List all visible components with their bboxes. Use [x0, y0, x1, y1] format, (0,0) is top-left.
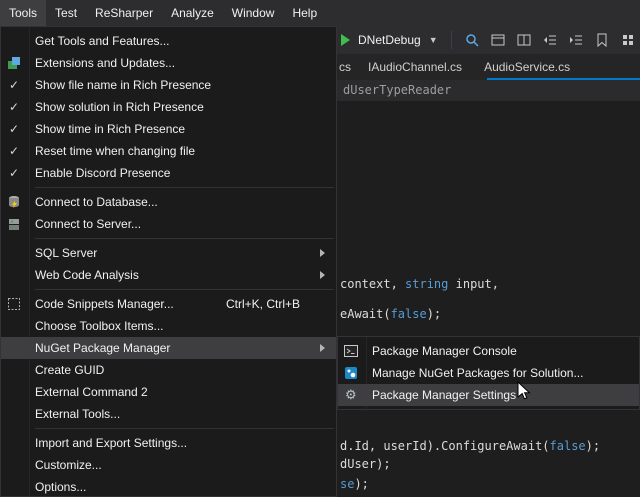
server-icon	[6, 216, 22, 239]
grid-icon[interactable]	[617, 29, 639, 51]
menu-item-nuget-package-manager[interactable]: NuGet Package Manager	[1, 337, 336, 359]
menu-item-create-guid[interactable]: Create GUID	[1, 359, 336, 381]
menu-item-label: Connect to Server...	[35, 217, 141, 231]
menu-item-label: Show solution in Rich Presence	[35, 100, 204, 114]
magnifier-icon[interactable]	[461, 29, 483, 51]
menu-item-connect-to-server[interactable]: Connect to Server...	[1, 213, 336, 235]
mouse-cursor	[517, 381, 531, 404]
menu-item-connect-to-database[interactable]: Connect to Database...	[1, 191, 336, 213]
menu-item-label: SQL Server	[35, 246, 97, 260]
menu-item-label: Create GUID	[35, 363, 104, 377]
menu-item-external-command-2[interactable]: External Command 2	[1, 381, 336, 403]
check-icon: ✓	[9, 118, 19, 140]
code-line: context, string input,	[340, 276, 499, 292]
outdent-icon[interactable]	[539, 29, 561, 51]
menu-item-label: Code Snippets Manager...	[35, 297, 174, 311]
menu-item-label: Extensions and Updates...	[35, 56, 175, 70]
menu-item-label: Options...	[35, 480, 86, 494]
check-icon: ✓	[9, 162, 19, 184]
menu-item-web-code-analysis[interactable]: Web Code Analysis	[1, 264, 336, 286]
tab-iaudiochannel[interactable]: IAudioChannel.cs	[357, 54, 473, 80]
menu-item-reset-time-changing-file[interactable]: ✓ Reset time when changing file	[1, 140, 336, 162]
menu-item-label: Import and Export Settings...	[35, 436, 187, 450]
menu-separator	[35, 238, 334, 239]
menu-item-label: Show time in Rich Presence	[35, 122, 185, 136]
split-pane-icon[interactable]	[513, 29, 535, 51]
menu-help[interactable]: Help	[283, 0, 326, 26]
visual-studio-window: Tools Test ReSharper Analyze Window Help…	[0, 0, 640, 497]
menu-item-get-tools-and-features[interactable]: Get Tools and Features...	[1, 30, 336, 52]
menu-item-label: Connect to Database...	[35, 195, 158, 209]
bookmark-icon[interactable]	[591, 29, 613, 51]
chevron-right-icon	[320, 344, 325, 352]
menu-item-label: Enable Discord Presence	[35, 166, 170, 180]
menu-item-label: Package Manager Settings	[372, 388, 516, 402]
menu-item-label: Get Tools and Features...	[35, 34, 170, 48]
debug-target-label[interactable]: DNetDebug	[358, 33, 421, 47]
menu-separator	[35, 428, 334, 429]
toolbar-separator	[451, 31, 452, 49]
check-icon: ✓	[9, 74, 19, 96]
menu-item-label: External Tools...	[35, 407, 120, 421]
menu-separator	[35, 289, 334, 290]
menu-window[interactable]: Window	[223, 0, 284, 26]
menu-item-manage-nuget-packages-solution[interactable]: Manage NuGet Packages for Solution...	[338, 362, 639, 384]
menu-item-label: Customize...	[35, 458, 102, 472]
tab-audioservice[interactable]: AudioService.cs	[473, 54, 581, 80]
menubar: Tools Test ReSharper Analyze Window Help	[0, 0, 640, 26]
menu-item-package-manager-settings[interactable]: ⚙ Package Manager Settings	[338, 384, 639, 406]
menu-test[interactable]: Test	[46, 0, 86, 26]
menu-item-package-manager-console[interactable]: Package Manager Console	[338, 340, 639, 362]
chevron-right-icon	[320, 271, 325, 279]
pane-icon[interactable]	[487, 29, 509, 51]
indent-icon[interactable]	[565, 29, 587, 51]
menu-item-label: Choose Toolbox Items...	[35, 319, 164, 333]
navigation-type-label: dUserTypeReader	[343, 83, 451, 97]
code-line: dUser);	[340, 456, 391, 472]
menu-item-show-file-name-rich-presence[interactable]: ✓ Show file name in Rich Presence	[1, 74, 336, 96]
menu-item-label: Reset time when changing file	[35, 144, 195, 158]
menu-item-code-snippets-manager[interactable]: Code Snippets Manager... Ctrl+K, Ctrl+B	[1, 293, 336, 315]
menu-item-sql-server[interactable]: SQL Server	[1, 242, 336, 264]
menu-analyze[interactable]: Analyze	[162, 0, 223, 26]
menu-item-label: Package Manager Console	[372, 344, 517, 358]
menu-item-label: Web Code Analysis	[35, 268, 139, 282]
menu-item-options[interactable]: Options...	[1, 476, 336, 497]
chevron-down-icon[interactable]: ▼	[425, 35, 442, 45]
check-icon: ✓	[9, 140, 19, 162]
chevron-right-icon	[320, 249, 325, 257]
menu-item-choose-toolbox-items[interactable]: Choose Toolbox Items...	[1, 315, 336, 337]
menu-tools[interactable]: Tools	[0, 0, 46, 26]
tools-dropdown-menu: Get Tools and Features... Extensions and…	[0, 26, 337, 497]
menu-item-show-solution-rich-presence[interactable]: ✓ Show solution in Rich Presence	[1, 96, 336, 118]
check-icon: ✓	[9, 96, 19, 118]
code-line: se);	[340, 476, 369, 492]
menu-item-enable-discord-presence[interactable]: ✓ Enable Discord Presence	[1, 162, 336, 184]
menu-item-import-export-settings[interactable]: Import and Export Settings...	[1, 432, 336, 454]
code-line: eAwait(false);	[340, 306, 441, 322]
tab-partial[interactable]: cs	[337, 54, 357, 80]
active-tab-indicator	[487, 78, 640, 80]
menu-separator	[35, 187, 334, 188]
menu-item-label: External Command 2	[35, 385, 148, 399]
start-debug-icon[interactable]	[341, 34, 350, 46]
code-line: d.Id, userId).ConfigureAwait(false);	[340, 438, 600, 454]
menu-item-extensions-and-updates[interactable]: Extensions and Updates...	[1, 52, 336, 74]
nuget-submenu: Package Manager Console Manage NuGet Pac…	[337, 336, 640, 410]
gear-icon: ⚙	[345, 384, 357, 406]
menu-item-shortcut: Ctrl+K, Ctrl+B	[226, 293, 300, 315]
menu-item-external-tools[interactable]: External Tools...	[1, 403, 336, 425]
menu-item-label: NuGet Package Manager	[35, 341, 170, 355]
menu-item-customize[interactable]: Customize...	[1, 454, 336, 476]
menu-item-label: Manage NuGet Packages for Solution...	[372, 366, 583, 380]
menu-resharper[interactable]: ReSharper	[86, 0, 162, 26]
menu-item-show-time-rich-presence[interactable]: ✓ Show time in Rich Presence	[1, 118, 336, 140]
menu-item-label: Show file name in Rich Presence	[35, 78, 211, 92]
